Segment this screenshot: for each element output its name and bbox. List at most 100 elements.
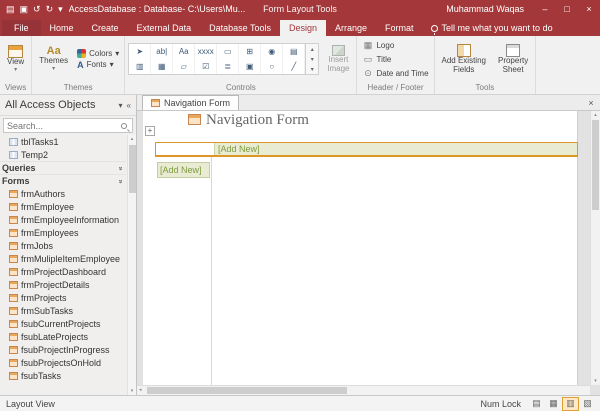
themes-button[interactable]: Aa Themes ▾: [35, 38, 72, 80]
colors-button[interactable]: Colors ▾: [75, 49, 121, 58]
nav-pane-shutter-icon[interactable]: «: [127, 101, 131, 110]
navigation-pane-header[interactable]: All Access Objects ▾ «: [0, 95, 136, 116]
redo-icon[interactable]: ↻: [46, 4, 54, 15]
logo-button[interactable]: ▦ Logo: [360, 40, 430, 51]
maximize-button[interactable]: □: [556, 0, 578, 18]
search-input[interactable]: [7, 121, 121, 131]
scrollbar-thumb[interactable]: [129, 145, 136, 193]
control-icon[interactable]: xxxx: [195, 44, 217, 59]
control-icon[interactable]: ○: [261, 59, 283, 74]
nav-pane-scrollbar[interactable]: ▴ ▾: [127, 135, 136, 395]
property-sheet-button[interactable]: Property Sheet: [494, 38, 532, 80]
control-icon[interactable]: ☑: [195, 59, 217, 74]
nav-pane-form-item[interactable]: fsubProjectsOnHold: [0, 356, 126, 369]
gallery-more-icon[interactable]: ▾: [306, 64, 318, 74]
fonts-button[interactable]: A Fonts ▾: [75, 60, 121, 70]
forms-section-label: Forms: [2, 176, 30, 186]
nav-pane-form-item[interactable]: frmMulipleItemEmployee: [0, 252, 126, 265]
nav-pane-form-item[interactable]: frmProjects: [0, 291, 126, 304]
minimize-button[interactable]: –: [534, 0, 556, 18]
control-icon[interactable]: Aa: [173, 44, 195, 59]
scroll-down-icon[interactable]: ▾: [591, 378, 600, 384]
nav-pane-form-item[interactable]: frmJobs: [0, 239, 126, 252]
nav-pane-form-item[interactable]: frmEmployees: [0, 226, 126, 239]
layout-selector-icon[interactable]: +: [145, 126, 155, 136]
add-new-left-button[interactable]: [Add New]: [157, 162, 210, 178]
layout-view-icon[interactable]: ▥: [562, 397, 579, 411]
scroll-down-icon[interactable]: ▾: [128, 388, 136, 394]
nav-pane-section-forms[interactable]: Forms «: [0, 174, 126, 187]
nav-pane-form-item[interactable]: fsubTasks: [0, 369, 126, 382]
close-button[interactable]: ×: [578, 0, 600, 18]
nav-pane-form-item[interactable]: fsubLateProjects: [0, 330, 126, 343]
control-icon[interactable]: ▦: [151, 59, 173, 74]
navigation-pane-list: tblTasks1 Temp2 Queries « Forms «: [0, 135, 136, 395]
form-icon: [9, 333, 18, 341]
nav-pane-form-item[interactable]: frmProjectDetails: [0, 278, 126, 291]
control-icon[interactable]: ab|: [151, 44, 173, 59]
nav-pane-dropdown-icon[interactable]: ▾: [119, 101, 123, 110]
nav-pane-form-item[interactable]: frmProjectDashboard: [0, 265, 126, 278]
title-button[interactable]: ▭ Title: [360, 54, 430, 65]
nav-pane-form-item[interactable]: frmSubTasks: [0, 304, 126, 317]
scrollbar-thumb[interactable]: [147, 387, 347, 394]
gallery-up-icon[interactable]: ▴: [306, 44, 318, 54]
signed-in-user[interactable]: Muhammad Waqas: [446, 4, 534, 14]
insert-image-button[interactable]: Insert Image: [323, 38, 353, 80]
form-icon: [9, 281, 18, 289]
nav-pane-table-item[interactable]: Temp2: [0, 148, 126, 161]
control-icon[interactable]: ➤: [129, 44, 151, 59]
navigation-form[interactable]: + Navigation Form [Add New] [Add New]: [143, 111, 578, 385]
control-icon[interactable]: ⊞: [239, 44, 261, 59]
gallery-down-icon[interactable]: ▾: [306, 54, 318, 64]
document-tab-navigation-form[interactable]: Navigation Form: [142, 95, 239, 110]
scrollbar-thumb[interactable]: [592, 120, 599, 210]
date-time-button[interactable]: ⊙ Date and Time: [360, 68, 430, 79]
datasheet-view-icon[interactable]: ▦: [545, 397, 562, 411]
horizontal-nav-button-row[interactable]: [Add New]: [155, 142, 578, 157]
save-icon[interactable]: ▣: [20, 4, 29, 15]
nav-pane-section-queries[interactable]: Queries «: [0, 161, 126, 174]
nav-pane-table-item[interactable]: tblTasks1: [0, 135, 126, 148]
nav-pane-form-item[interactable]: frmEmployeeInformation: [0, 213, 126, 226]
canvas-horizontal-scrollbar[interactable]: ◂: [137, 385, 590, 395]
nav-pane-form-item[interactable]: frmAuthors: [0, 187, 126, 200]
search-box[interactable]: [3, 118, 133, 133]
tab-external-data[interactable]: External Data: [128, 20, 201, 36]
view-button[interactable]: View ▾: [3, 38, 28, 80]
control-icon[interactable]: ≣: [217, 59, 239, 74]
title-bar: ▤ ▣ ↺ ↻ ▾ AccessDatabase : Database- C:\…: [0, 0, 600, 18]
nav-pane-form-item[interactable]: fsubProjectInProgress: [0, 343, 126, 356]
scroll-up-icon[interactable]: ▴: [591, 112, 600, 118]
tab-home[interactable]: Home: [41, 20, 83, 36]
form-title[interactable]: Navigation Form: [206, 112, 309, 129]
forms-collapse-icon: «: [118, 179, 125, 183]
design-view-icon[interactable]: ▧: [579, 397, 596, 411]
tell-me-box[interactable]: Tell me what you want to do: [431, 23, 553, 36]
control-icon[interactable]: ▭: [217, 44, 239, 59]
nav-pane-form-item[interactable]: fsubCurrentProjects: [0, 317, 126, 330]
control-icon[interactable]: ▤: [283, 44, 305, 59]
undo-icon[interactable]: ↺: [33, 4, 41, 15]
tab-create[interactable]: Create: [83, 20, 128, 36]
scroll-left-icon[interactable]: ◂: [139, 387, 142, 393]
form-view-icon[interactable]: ▤: [528, 397, 545, 411]
colors-dropdown-icon: ▾: [115, 49, 119, 58]
tab-arrange[interactable]: Arrange: [326, 20, 376, 36]
qat-dropdown-icon[interactable]: ▾: [58, 4, 63, 15]
scroll-up-icon[interactable]: ▴: [128, 136, 136, 142]
control-icon[interactable]: ▥: [129, 59, 151, 74]
control-icon[interactable]: ▣: [239, 59, 261, 74]
tab-file[interactable]: File: [2, 20, 41, 36]
control-icon[interactable]: ╱: [283, 59, 305, 74]
control-icon[interactable]: ▱: [173, 59, 195, 74]
nav-pane-form-item[interactable]: frmEmployee: [0, 200, 126, 213]
document-close-icon[interactable]: ×: [582, 95, 600, 110]
tab-design[interactable]: Design: [280, 20, 326, 36]
tab-format[interactable]: Format: [376, 20, 423, 36]
add-existing-fields-button[interactable]: Add Existing Fields: [438, 38, 490, 80]
control-icon[interactable]: ◉: [261, 44, 283, 59]
canvas-vertical-scrollbar[interactable]: ▴ ▾: [590, 111, 600, 385]
add-new-top-button[interactable]: [Add New]: [214, 143, 577, 155]
tab-database-tools[interactable]: Database Tools: [200, 20, 280, 36]
